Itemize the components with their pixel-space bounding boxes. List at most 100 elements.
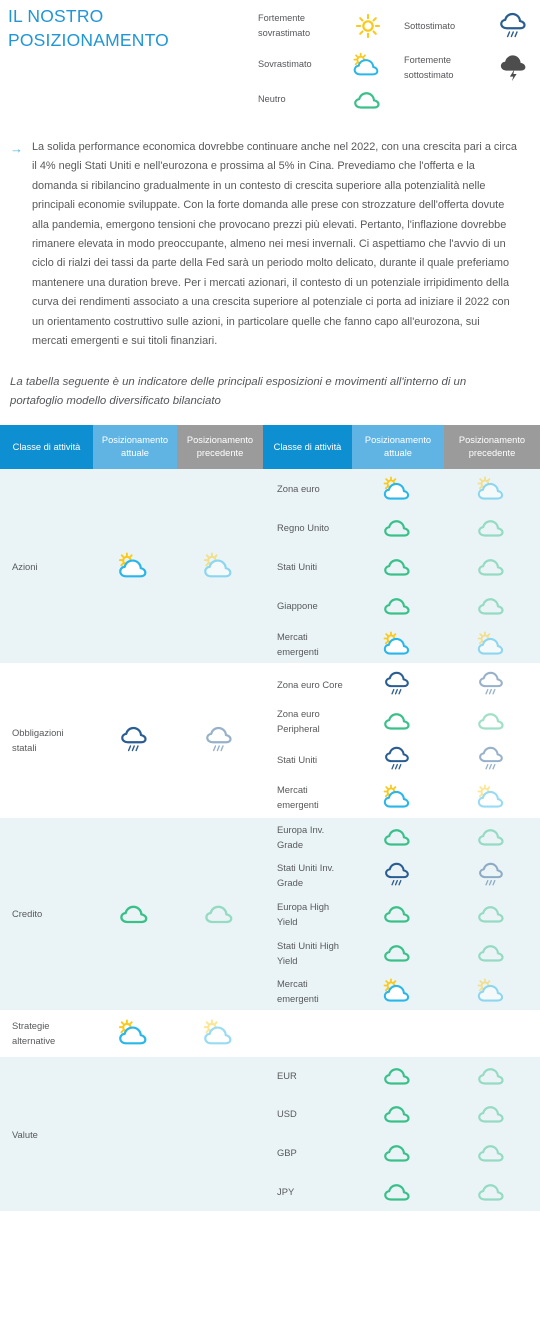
cloud-icon [477, 903, 507, 925]
row-previous-positioning [444, 855, 540, 894]
sun-cloud-icon [476, 631, 509, 657]
row-current-positioning [352, 469, 444, 508]
row-previous-positioning [444, 586, 540, 625]
rain-cloud-icon [478, 862, 506, 888]
rain-cloud-icon [478, 671, 506, 697]
sub-class-label: Mercati emergenti [277, 783, 319, 810]
cloud-icon [383, 1142, 413, 1164]
sub-class-label: Zona euro Peripheral [277, 708, 320, 735]
cloud-icon [383, 826, 413, 848]
row-previous-positioning [444, 1094, 540, 1133]
cloud-icon [383, 556, 413, 578]
sub-class-label: Mercati emergenti [277, 631, 319, 658]
sub-class-label: Zona euro Core [263, 662, 352, 703]
legend-label: Fortemente sottostimato [404, 55, 454, 80]
cloud-icon [383, 942, 413, 964]
table-row: Valute EUR [0, 1053, 540, 1212]
row-current-positioning [352, 778, 444, 816]
cloud-icon [204, 902, 236, 926]
row-previous-positioning [444, 702, 540, 740]
row-current-positioning [352, 855, 444, 894]
cloud-icon [346, 88, 390, 112]
sub-class-label: Mercati emergenti [277, 978, 319, 1005]
row-previous-positioning [444, 625, 540, 664]
sun-cloud-icon [476, 978, 509, 1004]
row-current-positioning [352, 1094, 444, 1133]
sub-class-label: Regno Unito [277, 522, 330, 534]
legend-column-left: Fortemente sovrastimato Sovrastimato Neu… [258, 5, 404, 117]
row-current-positioning [352, 1053, 444, 1095]
sun-cloud-icon [202, 552, 238, 580]
col-header-posizionamento-precedente-left: Posizionamento precedente [177, 425, 263, 470]
legend-item-fortemente-sovrastimato: Fortemente sovrastimato [258, 5, 404, 47]
sun-cloud-icon [202, 1019, 238, 1047]
col-header-posizionamento-attuale-right: Posizionamento attuale [352, 425, 444, 470]
legend-label: Neutro [258, 94, 286, 104]
rain-cloud-icon [384, 671, 412, 697]
col-header-posizionamento-precedente-right: Posizionamento precedente [444, 425, 540, 470]
group-current-positioning [93, 1053, 177, 1212]
group-current-positioning [93, 469, 177, 664]
sun-cloud-icon [382, 784, 415, 810]
group-previous-positioning [177, 469, 263, 664]
sub-class-label: Zona euro [277, 483, 320, 495]
cloud-icon [383, 595, 413, 617]
sun-cloud-icon [476, 476, 509, 502]
positioning-table: Classe di attività Posizionamento attual… [0, 425, 540, 1212]
table-row: Azioni Zona euro [0, 469, 540, 578]
row-previous-positioning [444, 469, 540, 508]
legend-label: Sottostimato [404, 20, 456, 31]
cloud-icon [477, 1103, 507, 1125]
sub-class-label: Giappone [277, 600, 318, 612]
cloud-icon [477, 710, 507, 732]
table-row: Credito Europa Inv. Grade [0, 814, 540, 1012]
row-current-positioning [352, 547, 444, 586]
cloud-icon [383, 1181, 413, 1203]
cloud-icon [477, 556, 507, 578]
asset-class-label: Obbligazioni statali [0, 662, 93, 817]
cloud-icon [477, 1065, 507, 1087]
group-previous-positioning [177, 1053, 263, 1212]
sun-cloud-icon [476, 784, 509, 810]
row-current-positioning [352, 894, 444, 933]
row-current-positioning [352, 933, 444, 972]
sub-class-label: JPY [277, 1186, 295, 1198]
col-header-classe-attivita-right: Classe di attività [263, 425, 352, 470]
group-current-positioning [93, 814, 177, 1012]
group-previous-positioning [177, 1009, 263, 1056]
row-previous-positioning [444, 972, 540, 1011]
sun-icon [346, 13, 390, 39]
asset-class-label: Azioni [12, 560, 38, 572]
row-current-positioning [352, 625, 444, 664]
asset-class-label: Strategie alternative [0, 1009, 93, 1056]
row-current-positioning [352, 1133, 444, 1172]
sub-class-label: Stati Uniti Inv. Grade [277, 861, 335, 888]
page-header: IL NOSTRO POSIZIONAMENTO Fortemente sovr… [0, 0, 540, 118]
table-body: Azioni Zona euro Regno Unito Stati Uniti Gia… [0, 469, 540, 1212]
group-current-positioning [93, 662, 177, 817]
cloud-icon [477, 942, 507, 964]
row-previous-positioning [444, 894, 540, 933]
cloud-icon [383, 1065, 413, 1087]
row-previous-positioning [444, 778, 540, 816]
rain-cloud-icon [120, 726, 150, 754]
legend-column-right: Sottostimato Fortemente sottostimato [404, 5, 540, 117]
row-previous-positioning [444, 508, 540, 547]
rain-cloud-icon [384, 862, 412, 888]
legend-item-sovrastimato: Sovrastimato [258, 47, 404, 82]
table-row: Strategie alternative [0, 1009, 540, 1056]
cloud-icon [477, 826, 507, 848]
row-previous-positioning [444, 1172, 540, 1211]
rain-cloud-icon [384, 746, 412, 772]
sun-cloud-icon [382, 978, 415, 1004]
sun-cloud-icon [117, 552, 153, 580]
col-header-posizionamento-attuale-left: Posizionamento attuale [93, 425, 177, 470]
cloud-icon [383, 1103, 413, 1125]
rain-cloud-icon [478, 746, 506, 772]
cloud-icon [477, 1142, 507, 1164]
sub-class-label: Europa High Yield [277, 900, 330, 927]
legend-item-sottostimato: Sottostimato [404, 5, 540, 47]
sub-class-label: USD [277, 1108, 297, 1120]
sub-class-label: GBP [277, 1147, 297, 1159]
row-current-positioning [352, 662, 444, 703]
